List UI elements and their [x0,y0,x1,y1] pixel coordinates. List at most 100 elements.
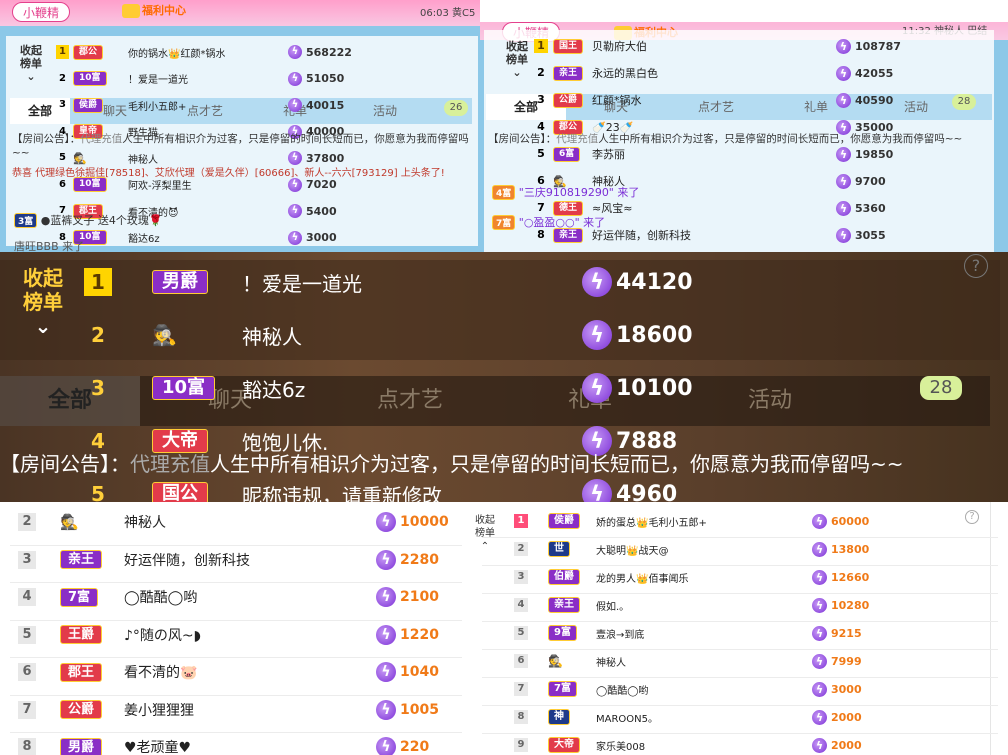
lightning-icon: ϟ [836,38,851,54]
user-name[interactable]: 假如.。 [596,598,629,613]
notice-vip-tag: 代理充值 [556,133,599,145]
leaderboard-row[interactable]: 3 侯爵 毛利小五郎+ ϟ 40015 [56,95,476,115]
lightning-icon: ϟ [288,71,302,86]
rank-number: 1 [514,514,528,528]
user-name[interactable]: 你的锅水👑红颜*锅水 [128,45,225,60]
rank-badge: 郡王 [60,662,103,682]
wealth-badge: 4富 [492,185,516,200]
user-name[interactable]: 毛利小五郎+ [128,98,186,113]
user-name[interactable]: 看不清的🐷 [124,662,197,682]
rank-badge: 王爵 [60,625,103,644]
leaderboard-row[interactable]: 6 郡王 看不清的🐷 ϟ 1040 [18,658,458,686]
rank-number: 2 [18,513,36,531]
score-value: 51050 [306,72,345,85]
rank-badge: 大帝 [548,737,580,753]
user-name[interactable]: 龙的男人👑佰事闻乐 [596,570,688,585]
chat-message: 唐旺BBB 来了 [14,238,84,252]
leaderboard-row[interactable]: 8 男爵 ♥老顽童♥ ϟ 220 [18,733,458,755]
user-name[interactable]: ♥老顽童♥ [124,737,191,755]
user-name[interactable]: 昵称违规，请重新修改 [242,480,442,503]
leaderboard-row[interactable]: 3 10富 豁达6z ϟ 10100 [84,366,784,410]
user-name[interactable]: 大聪明👑战天@ [596,542,668,557]
leaderboard-row[interactable]: 9 大帝 家乐美008 ϟ 2000 [514,734,984,755]
leaderboard-row[interactable]: 2 🕵 神秘人 ϟ 10000 [18,508,458,536]
user-name[interactable]: 永远的黑白色 [592,65,658,81]
user-name[interactable]: 娇的蛋总👑毛利小五郎+ [596,514,707,529]
user-name[interactable]: ！爱是一道光 [128,71,188,86]
rank-number: 8 [514,710,528,724]
leaderboard-row[interactable]: 4 7富 ◯酷酷◯哟 ϟ 2100 [18,583,458,611]
user-name[interactable]: 家乐美008 [596,738,645,753]
rank-number: 3 [537,93,545,106]
lightning-icon: ϟ [812,681,827,697]
score-value: 1005 [400,701,439,718]
rank-badge: 亲王 [553,65,584,81]
clock-time: 06:03 [420,8,449,19]
leaderboard-row[interactable]: 7 公爵 姜小狸狸狸 ϟ 1005 [18,696,458,724]
incognito-icon: 🕵 [60,513,79,531]
lightning-icon: ϟ [376,512,396,532]
help-icon[interactable]: ? [964,254,988,278]
leaderboard-row[interactable]: 7 7富 ◯酷酷◯哟 ϟ 3000 [514,678,984,700]
rank-badge: 6富 [553,146,581,162]
user-name[interactable]: MAROON5。 [596,710,658,725]
vip-pill-button[interactable]: 小鞭精 [12,2,71,22]
leaderboard-row[interactable]: 1 国王 贝勒府大伯 ϟ 108787 [534,36,994,56]
leaderboard-row[interactable]: 6 🕵 神秘人 ϟ 7999 [514,650,984,672]
user-name[interactable]: 李苏丽 [592,146,625,162]
rank-number: 3 [91,376,105,400]
user-name[interactable]: ◯酷酷◯哟 [596,682,648,697]
user-name[interactable]: 好运伴随，创新科技 [592,227,691,243]
user-name[interactable]: 姜小狸狸狸 [124,700,194,720]
online-count-badge: 28 [920,376,962,400]
collapse-label: 收起 榜单 [506,40,528,66]
collapse-leaderboard-button[interactable]: 收起 榜单 ⌄ [500,40,534,79]
leaderboard-row[interactable]: 5 9富 壹浪→到底 ϟ 9215 [514,622,984,644]
room-notice: 【房间公告】：代理充值人生中所有相识介为过客，只是停留的时间长短而已，你愿意为我… [0,450,1000,478]
welfare-center-button[interactable]: 福利中心 [122,2,186,18]
lightning-icon: ϟ [812,597,827,613]
user-name[interactable]: 阿欢-浮梨里生 [128,177,192,192]
rank-badge: 10富 [73,71,107,86]
collapse-leaderboard-button[interactable]: 收起 榜单 ⌄ [14,44,48,83]
leaderboard-row[interactable]: 1 侯爵 娇的蛋总👑毛利小五郎+ ϟ 60000 [514,510,984,532]
user-name[interactable]: 壹浪→到底 [596,626,644,641]
user-name[interactable]: ♪°随の风~◗ [124,625,201,645]
user-name[interactable]: ！爱是一道光 [242,268,362,297]
rank-number: 5 [514,626,528,640]
rank-badge: 9富 [548,625,577,641]
collapse-leaderboard-button[interactable]: 收起 榜单 ⌄ [20,266,66,338]
user-name[interactable]: 神秘人 [242,321,302,350]
lightning-icon: ϟ [376,587,396,607]
lightning-icon: ϟ [836,92,851,108]
user-name[interactable]: 豁达6z [242,374,305,403]
score-value: 7999 [831,654,862,668]
user-name[interactable]: 豁达6z [128,230,160,245]
user-name[interactable]: ◯酷酷◯哟 [124,587,197,607]
leaderboard-row[interactable]: 3 公爵 红颜*锅水 ϟ 40590 [534,90,994,110]
user-name[interactable]: 神秘人 [124,512,166,532]
leaderboard-row[interactable]: 3 亲王 好运伴随，创新科技 ϟ 2280 [18,546,458,574]
leaderboard-row[interactable]: 2 10富 ！爱是一道光 ϟ 51050 [56,69,476,89]
leaderboard-row[interactable]: 2 亲王 永远的黑白色 ϟ 42055 [534,63,994,83]
user-name[interactable]: 贝勒府大伯 [592,38,647,54]
lightning-icon: ϟ [288,230,302,245]
score-value: 3055 [855,228,886,242]
collapse-leaderboard-button[interactable]: 收起 榜单 ⌃ [472,514,498,553]
leaderboard-row[interactable]: 3 伯爵 龙的男人👑佰事闻乐 ϟ 12660 [514,566,984,588]
score-value: 44120 [616,269,693,295]
leaderboard-row[interactable]: 5 王爵 ♪°随の风~◗ ϟ 1220 [18,621,458,649]
user-name[interactable]: 红颜*锅水 [592,92,642,108]
leaderboard-row[interactable]: 1 郡公 你的锅水👑红颜*锅水 ϟ 568222 [56,42,476,62]
user-name[interactable]: 好运伴随，创新科技 [124,550,250,570]
leaderboard-row[interactable]: 2 🕵 神秘人 ϟ 18600 [84,313,784,357]
leaderboard-row[interactable]: 1 男爵 ！爱是一道光 ϟ 44120 [84,260,784,304]
user-name[interactable]: 神秘人 [596,654,626,669]
leaderboard-row[interactable]: 8 10富 豁达6z ϟ 3000 [56,228,476,248]
leaderboard-row[interactable]: 4 亲王 假如.。 ϟ 10280 [514,594,984,616]
leaderboard-row[interactable]: 8 神 MAROON5。 ϟ 2000 [514,706,984,728]
leaderboard-row[interactable]: 5 6富 李苏丽 ϟ 19850 [534,144,994,164]
leaderboard-row[interactable]: 2 世 大聪明👑战天@ ϟ 13800 [514,538,984,560]
rank-number: 1 [534,39,548,53]
score-value: 10100 [616,375,693,401]
